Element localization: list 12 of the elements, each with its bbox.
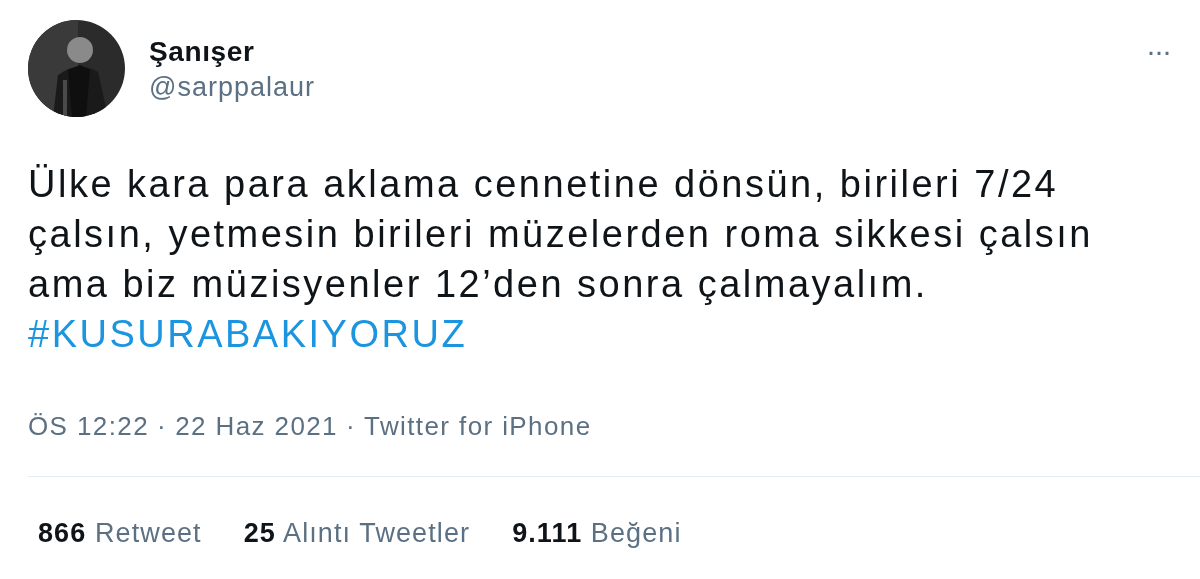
author-handle[interactable]: @sarppalaur — [149, 70, 1146, 106]
timestamp: ÖS 12:22 — [28, 410, 150, 443]
date: 22 Haz 2021 — [175, 410, 338, 443]
more-button[interactable]: ··· — [1146, 36, 1170, 66]
stat-link[interactable]: 25 Alıntı Tweetler — [243, 513, 471, 554]
separator: · — [345, 410, 357, 443]
tweet-text: Ülke kara para aklama cennetine dönsün, birileri 7/24 çalsın, yetmesin birileri müzelerden roma sikkesi çalsın ama biz müzisyenler 12’den sonra çalmayalım. #KUSURABAKIYORUZ — [28, 162, 1094, 357]
author-name[interactable]: Şanışer — [149, 34, 1146, 71]
source-link[interactable]: Twitter for iPhone — [364, 407, 592, 446]
separator: · — [157, 410, 168, 443]
stat-link[interactable]: 9.111 Beğeni — [512, 513, 682, 554]
stat-link[interactable]: 866 Retweet — [38, 513, 202, 554]
